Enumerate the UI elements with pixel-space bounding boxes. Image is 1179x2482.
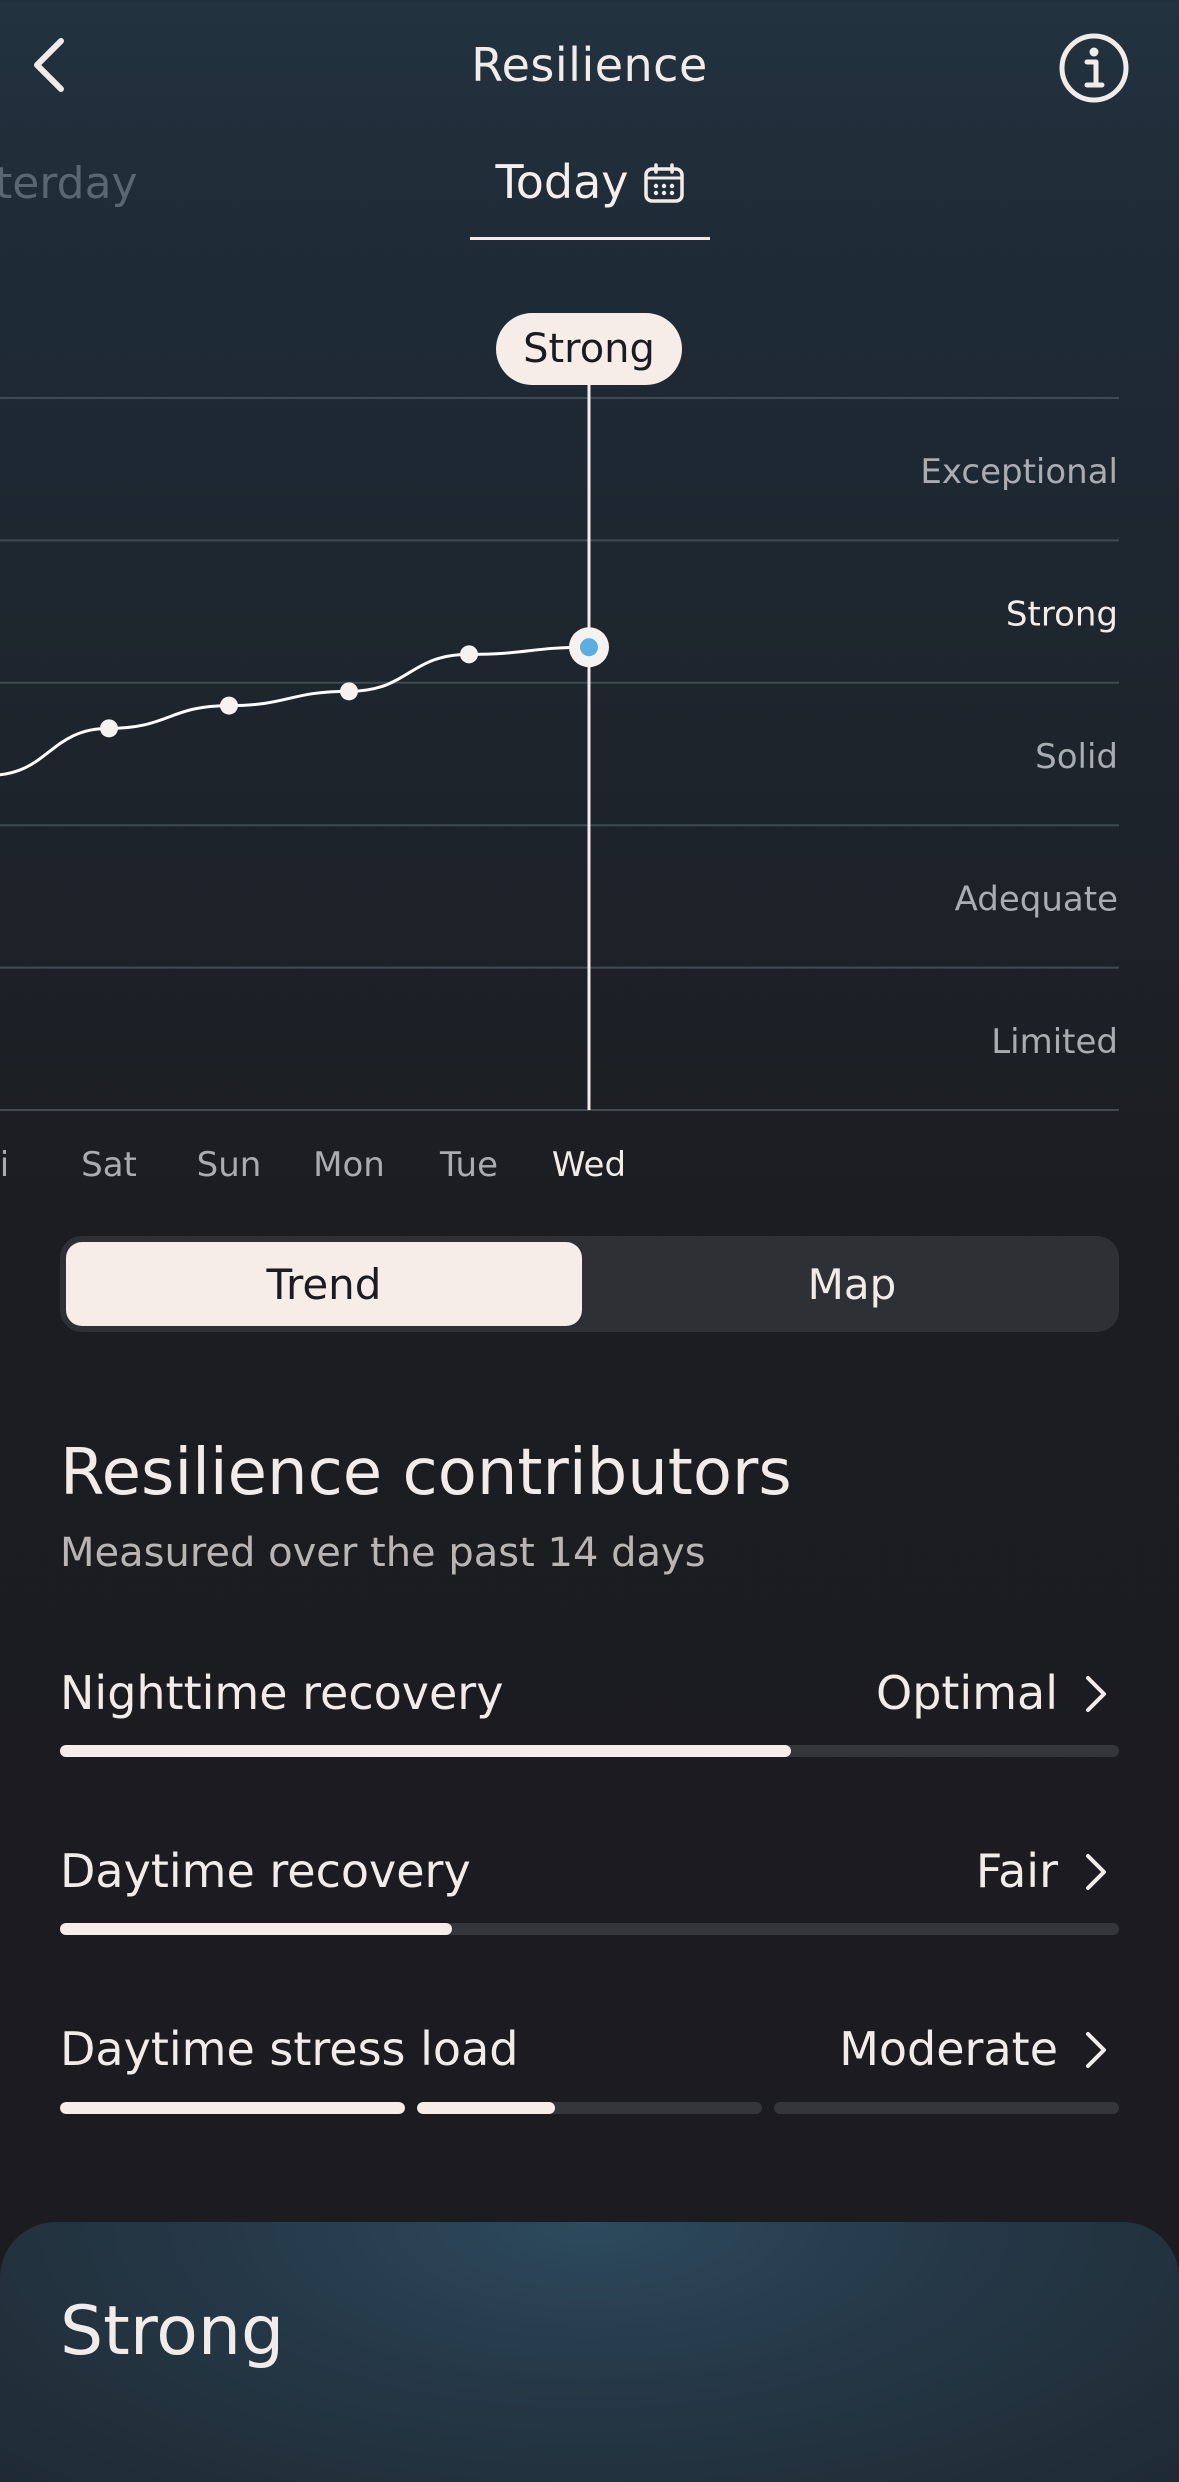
summary-card-title: Strong — [60, 2292, 285, 2371]
x-axis-label: Mon — [313, 1145, 385, 1180]
contributor-progress — [60, 1745, 1119, 1757]
stress-segment — [774, 2102, 1119, 2114]
chevron-right-icon — [1086, 1854, 1106, 1890]
contributor-value: Moderate — [839, 2022, 1058, 2076]
x-axis-label: Wed — [552, 1145, 626, 1180]
tab-today-label: Today — [495, 155, 629, 209]
contributor-value: Fair — [975, 1844, 1058, 1898]
segment-fill — [417, 2102, 555, 2114]
segment-fill — [60, 2102, 405, 2114]
x-axis-label: Sun — [197, 1145, 262, 1180]
section-title: Resilience contributors — [60, 1436, 792, 1510]
progress-fill — [60, 1923, 452, 1935]
section-subtitle: Measured over the past 14 days — [60, 1530, 706, 1576]
contributor-progress — [60, 1923, 1119, 1935]
trend-line — [0, 645, 590, 777]
level-label: Adequate — [955, 879, 1118, 919]
contributor-label: Daytime recovery — [60, 1844, 471, 1898]
chevron-right-icon — [1086, 1676, 1106, 1712]
data-point — [460, 645, 478, 664]
calendar-icon — [643, 163, 684, 203]
level-label: Solid — [1035, 737, 1118, 777]
selected-point — [580, 638, 598, 657]
page-title: Resilience — [471, 38, 708, 92]
data-point — [100, 719, 118, 738]
data-point — [220, 696, 238, 715]
selected-label-text: Strong — [523, 326, 655, 372]
x-axis-label: Tue — [439, 1145, 498, 1180]
data-point — [340, 682, 358, 701]
level-label: Exceptional — [920, 452, 1118, 492]
tab-yesterday-label: Yesterday — [0, 158, 138, 209]
tab-yesterday[interactable]: Yesterday — [0, 158, 200, 209]
contributor-value: Optimal — [875, 1666, 1058, 1720]
toggle-trend[interactable]: Trend — [66, 1242, 582, 1326]
tab-today[interactable]: Today — [470, 155, 710, 239]
x-axis-label: Fri — [0, 1145, 9, 1180]
info-icon — [1059, 33, 1129, 103]
toggle-map[interactable]: Map — [590, 1242, 1114, 1326]
tab-underline — [470, 237, 710, 240]
progress-fill — [60, 1745, 791, 1757]
stress-segment — [417, 2102, 762, 2114]
info-button[interactable] — [1058, 32, 1130, 104]
chevron-right-icon — [1086, 2032, 1106, 2068]
x-axis-label: Sat — [81, 1145, 137, 1180]
level-label: Strong — [1006, 595, 1118, 635]
resilience-chart[interactable]: Exceptional Strong Solid Adequate Limited Str… — [0, 300, 1179, 1180]
level-label: Limited — [991, 1022, 1118, 1062]
stress-segment — [60, 2102, 405, 2114]
contributor-label: Daytime stress load — [60, 2022, 519, 2076]
contributor-label: Nighttime recovery — [60, 1666, 504, 1720]
